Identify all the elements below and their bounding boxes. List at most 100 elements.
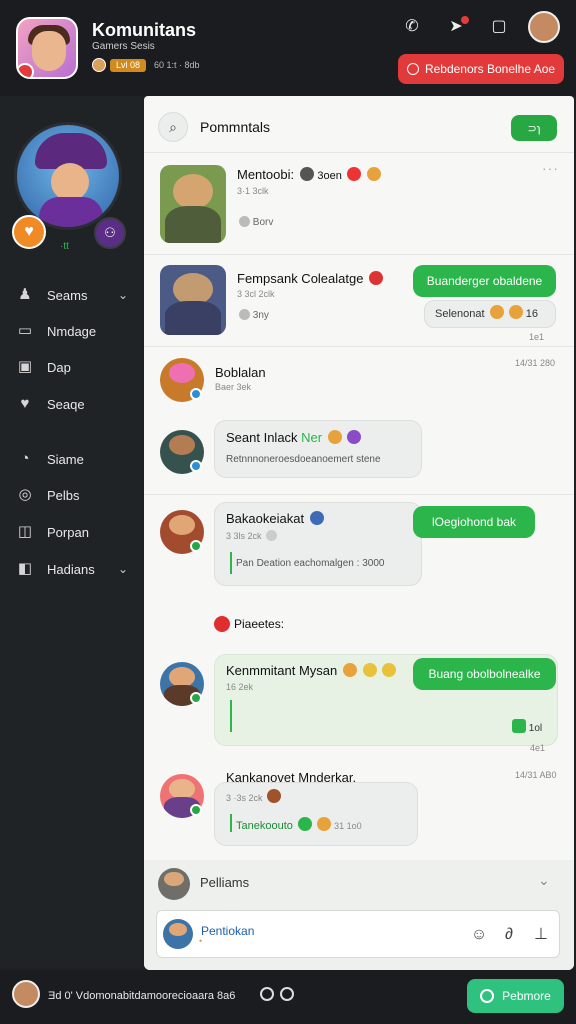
item-meta: 3 ·3s 2ck	[226, 789, 282, 803]
quote-bar	[230, 814, 232, 832]
chat-icon[interactable]: ▢	[488, 16, 510, 38]
user-icon	[239, 309, 250, 320]
emoji-icon	[297, 817, 312, 831]
emoji-icon	[309, 511, 324, 525]
message-title: Bakaokeiakat	[226, 511, 324, 526]
attach-icon[interactable]: ∂	[499, 925, 519, 945]
profile-avatar[interactable]	[528, 11, 560, 43]
settings-icon[interactable]	[280, 987, 294, 1001]
app-avatar[interactable]	[16, 17, 78, 79]
main-panel: ⌕ Pommntals ⊃ɿ Mentoobi: 3oen 3·1 3clk B…	[144, 96, 574, 970]
more-icon[interactable]: ···	[542, 160, 559, 176]
favorite-icon[interactable]: ♥	[12, 215, 46, 249]
item-time: 1e1	[529, 332, 545, 342]
footer-bar: Ǝd 0' Vdomonabitdamoorecioaara 8a6 Pebmo…	[0, 970, 576, 1024]
compass-icon: ◎	[18, 486, 32, 503]
toggle-icon: ◧	[17, 560, 33, 577]
message-input[interactable]: Pentiokan • ☺ ∂ ⊥	[156, 910, 560, 958]
list-item[interactable]: Seant Inlack Ner Retnnnoneroesdoeanoemer…	[144, 418, 574, 484]
heart-icon: ♥	[20, 395, 30, 412]
list-item[interactable]: Fempsank Colealatge 3 3cl 2clk 3ny Buand…	[144, 262, 574, 342]
pin-icon[interactable]: ⊥	[531, 925, 551, 945]
divider	[144, 254, 574, 255]
status-dot	[190, 804, 202, 816]
emoji-icon	[347, 430, 362, 444]
sidebar-item-seaqe[interactable]: ♥ Seaqe	[0, 389, 142, 419]
composer-avatar	[158, 868, 190, 900]
emoji-icon	[367, 167, 382, 181]
item-meta: 3 3ls 2ck	[226, 530, 278, 541]
item-time: 14/31 AB0	[515, 770, 557, 780]
sidebar-item-siame[interactable]: ◔ Siame	[0, 444, 142, 474]
app-subtitle: Gamers Sesis	[92, 41, 155, 52]
users-icon: ♟	[18, 286, 32, 303]
chevron-down-icon: ⌄	[118, 562, 129, 576]
message-title: Kankanovet Mnderkar.	[226, 770, 357, 785]
app-title: Komunitans	[92, 20, 197, 40]
list-item[interactable]: Bakaokeiakat 3 3ls 2ck Pan Deation eacho…	[144, 500, 574, 592]
item-meta: 3·1 3clk	[237, 186, 269, 196]
status-dot	[190, 692, 202, 704]
list-item[interactable]: Kenmmitant Mysan 16 2ek Buang obolbolnea…	[144, 652, 574, 753]
status-dot	[190, 460, 202, 472]
search-label: Pommntals	[200, 119, 271, 135]
list-item[interactable]: Kankanovet Mnderkar. 3 ·3s 2ck Tanekoout…	[144, 762, 574, 854]
user-avatar	[163, 919, 193, 949]
footer-avatar[interactable]	[12, 980, 40, 1008]
emoji-picker-icon[interactable]: ☺	[469, 925, 489, 945]
sidebar-item-dap[interactable]: ▣ Dap	[0, 352, 142, 382]
chevron-down-icon: ⌄	[118, 288, 129, 302]
message-text: Tanekoouto 31 1o0	[236, 817, 362, 832]
list-item[interactable]: Boblalan Baer 3ek 14/31 280	[144, 354, 574, 410]
search-go-button[interactable]: ⊃ɿ	[511, 115, 557, 141]
search-icon[interactable]: ⌕	[158, 112, 188, 142]
header-cta-button[interactable]: Rebdenors Bonelhe Aoe	[398, 54, 564, 84]
hero-avatar[interactable]	[14, 122, 122, 230]
emoji-icon	[508, 305, 523, 319]
emoji-icon	[382, 663, 397, 677]
reply-count[interactable]: 1ol	[510, 719, 542, 734]
message-bubble	[214, 420, 422, 478]
notification-dot	[461, 16, 469, 24]
item-sub: 3ny	[237, 309, 269, 321]
quote-bar	[230, 552, 232, 574]
item-action-button[interactable]: lOegiohond bak	[413, 506, 535, 538]
sidebar-item-porpan[interactable]: ◫ Porpan	[0, 517, 142, 547]
item-thumbnail	[160, 165, 226, 243]
top-header: Komunitans Gamers Sesis Lvl 08 60 1:t · …	[0, 0, 576, 96]
footer-action-button[interactable]: Pebmore	[467, 979, 564, 1013]
sidebar-mini-label: ·tt	[60, 241, 69, 252]
emoji-icon	[327, 430, 342, 444]
section-label: Piaeetes:	[234, 617, 285, 631]
emoji-icon	[317, 817, 332, 831]
phone-icon[interactable]: ✆	[401, 16, 423, 38]
status-dot	[190, 540, 202, 552]
item-meta: 16 2ek	[226, 682, 254, 692]
message-title: Seant Inlack Ner	[226, 430, 362, 445]
emoji-icon	[342, 663, 357, 677]
sidebar-item-hadians[interactable]: ◧ Hadians ⌄	[0, 554, 142, 584]
reaction-pill[interactable]: Selenonat 16	[424, 300, 556, 328]
message-text: Retnnnoneroesdoeanoemert stene	[226, 454, 381, 465]
chevron-down-icon[interactable]: ⌄	[538, 872, 550, 889]
item-title: Mentoobi: 3oen	[237, 167, 382, 182]
chart-icon: ◫	[17, 523, 33, 540]
refresh-icon	[480, 989, 495, 1003]
sidebar-item-pelbs[interactable]: ◎ Pelbs	[0, 480, 142, 510]
gamepad-icon[interactable]: ⚇	[94, 217, 126, 249]
item-thumbnail	[160, 265, 226, 335]
item-action-button[interactable]: Buang obolbolnealke	[413, 658, 556, 690]
item-sub: Borv	[237, 216, 273, 228]
message-text: Pan Deation eachomalgen : 3000	[236, 558, 385, 569]
info-icon[interactable]	[260, 987, 274, 1001]
item-action-button[interactable]: Buanderger obaldene	[413, 265, 556, 297]
list-item[interactable]: Mentoobi: 3oen 3·1 3clk Borv ···	[144, 160, 574, 252]
sidebar-item-nmdage[interactable]: ▭ Nmdage	[0, 316, 142, 346]
divider	[144, 346, 574, 347]
item-title: Boblalan	[215, 365, 266, 380]
search-bar: ⌕ Pommntals ⊃ɿ	[158, 112, 558, 142]
header-stats: 60 1:t · 8db	[154, 60, 200, 70]
message-title: Kenmmitant Mysan	[226, 663, 397, 678]
emoji-icon	[369, 271, 384, 285]
sidebar-item-seams[interactable]: ♟ Seams ⌄	[0, 280, 142, 310]
